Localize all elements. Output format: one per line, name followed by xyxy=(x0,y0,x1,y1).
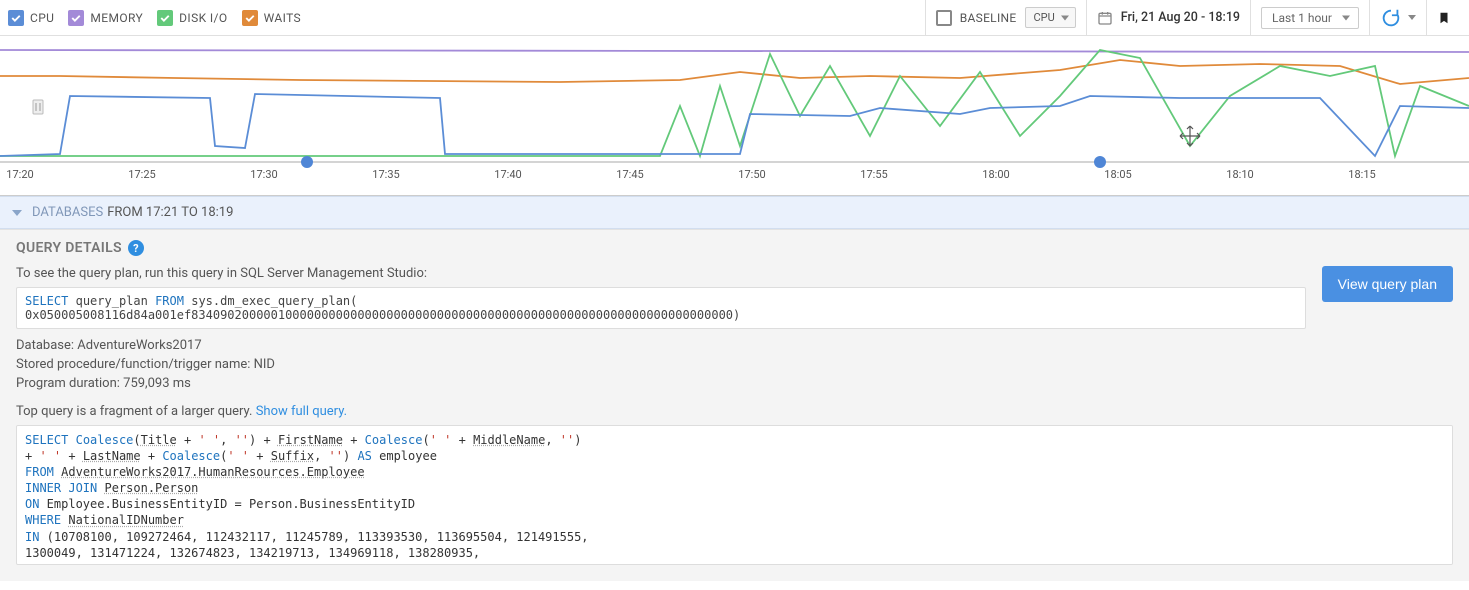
refresh-dropdown[interactable] xyxy=(1408,15,1416,20)
axis-tick: 18:10 xyxy=(1226,168,1253,181)
calendar-icon xyxy=(1097,10,1113,26)
axis-tick: 17:45 xyxy=(616,168,643,181)
top-bar: CPU MEMORY DISK I/O WAITS BASELINE CPU F… xyxy=(0,0,1469,36)
legend-item-disk[interactable]: DISK I/O xyxy=(157,10,227,26)
baseline-checkbox[interactable] xyxy=(936,10,952,26)
axis-tick: 17:35 xyxy=(372,168,399,181)
check-icon xyxy=(8,10,24,26)
axis-tick: 17:40 xyxy=(494,168,521,181)
baseline-label: BASELINE xyxy=(960,11,1017,25)
meta-database: Database: AdventureWorks2017 xyxy=(16,337,1453,356)
legend-label: WAITS xyxy=(264,11,302,25)
top-query-sql[interactable]: SELECT Coalesce(Title + ' ', '') + First… xyxy=(16,425,1453,565)
axis-tick: 17:55 xyxy=(860,168,887,181)
axis-tick: 18:00 xyxy=(982,168,1009,181)
databases-section-header[interactable]: DATABASES FROM 17:21 TO 18:19 xyxy=(0,196,1469,229)
legend-label: CPU xyxy=(30,11,54,25)
axis-tick: 18:15 xyxy=(1348,168,1375,181)
query-details-title: QUERY DETAILS xyxy=(16,240,122,256)
plan-sql-box[interactable]: SELECT query_plan FROM sys.dm_exec_query… xyxy=(16,287,1306,329)
legend-label: DISK I/O xyxy=(179,11,227,25)
legend-label: MEMORY xyxy=(90,11,143,25)
baseline-block: BASELINE CPU xyxy=(926,0,1086,35)
baseline-metric-select[interactable]: CPU xyxy=(1025,7,1076,28)
check-icon xyxy=(242,10,258,26)
check-icon xyxy=(157,10,173,26)
performance-chart[interactable]: 17:20 17:25 17:30 17:35 17:40 17:45 17:5… xyxy=(0,36,1469,196)
selection-handle-end[interactable] xyxy=(1094,156,1106,168)
check-icon xyxy=(68,10,84,26)
plan-instruction: To see the query plan, run this query in… xyxy=(16,266,1306,281)
metric-legend: CPU MEMORY DISK I/O WAITS xyxy=(8,10,301,26)
show-full-query-link[interactable]: Show full query. xyxy=(256,404,347,419)
move-cursor-icon xyxy=(1180,126,1200,146)
axis-tick: 17:25 xyxy=(128,168,155,181)
meta-procedure: Stored procedure/function/trigger name: … xyxy=(16,356,1453,375)
date-label: Fri, 21 Aug 20 - 18:19 xyxy=(1121,10,1240,25)
chart-canvas xyxy=(0,36,1469,168)
toolbar-controls: BASELINE CPU Fri, 21 Aug 20 - 18:19 Last… xyxy=(925,0,1461,35)
view-query-plan-button[interactable]: View query plan xyxy=(1322,266,1453,302)
databases-range: FROM 17:21 TO 18:19 xyxy=(107,205,233,220)
refresh-icon[interactable] xyxy=(1380,7,1402,29)
fragment-notice: Top query is a fragment of a larger quer… xyxy=(16,404,1453,419)
databases-label: DATABASES xyxy=(32,205,103,220)
help-icon[interactable]: ? xyxy=(128,240,144,256)
edge-handle-icon[interactable] xyxy=(33,100,43,114)
axis-tick: 17:50 xyxy=(738,168,765,181)
selection-handle-start[interactable] xyxy=(301,156,313,168)
chart-time-axis: 17:20 17:25 17:30 17:35 17:40 17:45 17:5… xyxy=(0,168,1469,194)
chevron-down-icon xyxy=(12,210,22,216)
meta-duration: Program duration: 759,093 ms xyxy=(16,375,1453,394)
axis-tick: 17:30 xyxy=(250,168,277,181)
legend-item-memory[interactable]: MEMORY xyxy=(68,10,143,26)
legend-item-cpu[interactable]: CPU xyxy=(8,10,54,26)
query-metadata: Database: AdventureWorks2017 Stored proc… xyxy=(16,337,1453,394)
bookmark-icon[interactable] xyxy=(1437,9,1451,27)
query-details-panel: QUERY DETAILS ? To see the query plan, r… xyxy=(0,229,1469,581)
axis-tick: 17:20 xyxy=(6,168,33,181)
legend-item-waits[interactable]: WAITS xyxy=(242,10,302,26)
time-range-select[interactable]: Last 1 hour xyxy=(1261,7,1359,29)
axis-tick: 18:05 xyxy=(1104,168,1131,181)
